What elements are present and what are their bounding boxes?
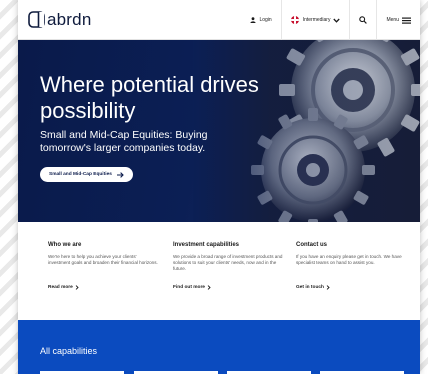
column-heading: Contact us — [296, 242, 328, 248]
audience-label: Intermediary — [302, 17, 331, 23]
search-icon — [359, 16, 368, 24]
arrow-right-icon — [116, 171, 124, 178]
link-label: Find out more — [173, 285, 205, 290]
hero-button-label: Small and Mid-Cap Equities — [49, 172, 112, 177]
flag-icon — [290, 16, 299, 24]
header-nav: Login Intermediary Menu — [241, 0, 420, 40]
link-label: Get in touch — [296, 285, 324, 290]
logo-text: abrdn — [47, 10, 92, 29]
browser-page: abrdn Login Intermediary Menu Where pote… — [18, 0, 420, 374]
info-columns: Who we are We're here to help you achiev… — [18, 222, 420, 320]
get-in-touch-link[interactable]: Get in touch — [296, 285, 406, 290]
abrdn-logo[interactable]: abrdn — [28, 11, 91, 28]
investment-capabilities-column: Investment capabilities We provide a bro… — [173, 242, 283, 290]
login-label: Login — [259, 17, 272, 23]
capabilities-heading: All capabilities — [40, 346, 98, 356]
site-header: abrdn Login Intermediary Menu — [18, 0, 420, 40]
user-icon — [250, 17, 257, 23]
column-body: We're here to help you achieve your clie… — [48, 254, 158, 266]
login-link[interactable]: Login — [241, 0, 280, 40]
column-heading: Who we are — [48, 242, 82, 248]
link-label: Read more — [48, 285, 73, 290]
small-mid-cap-equities-button[interactable]: Small and Mid-Cap Equities — [40, 167, 133, 182]
column-heading: Investment capabilities — [173, 242, 240, 248]
chevron-down-icon — [333, 18, 341, 23]
menu-button[interactable]: Menu — [376, 0, 420, 40]
column-body: We provide a broad range of investment p… — [173, 254, 283, 272]
chevron-right-icon — [75, 285, 79, 290]
hero-banner: Where potential drives possibility Small… — [18, 40, 420, 222]
who-we-are-column: Who we are We're here to help you achiev… — [48, 242, 158, 290]
search-button[interactable] — [349, 0, 376, 40]
hero-subtitle: Small and Mid-Cap Equities: Buying tomor… — [40, 129, 208, 154]
hamburger-menu-icon — [402, 17, 411, 24]
hero-title: Where potential drives possibility — [40, 72, 259, 123]
chevron-right-icon — [326, 285, 330, 290]
find-out-more-link[interactable]: Find out more — [173, 285, 283, 290]
contact-us-column: Contact us If you have an enquiry please… — [296, 242, 406, 290]
column-body: If you have an enquiry please get in tou… — [296, 254, 402, 266]
read-more-link[interactable]: Read more — [48, 285, 158, 290]
logo-mark-icon — [28, 11, 45, 28]
menu-label: Menu — [386, 17, 399, 23]
audience-selector[interactable]: Intermediary — [280, 0, 350, 40]
capabilities-section: All capabilities — [18, 320, 420, 374]
chevron-right-icon — [207, 285, 211, 290]
